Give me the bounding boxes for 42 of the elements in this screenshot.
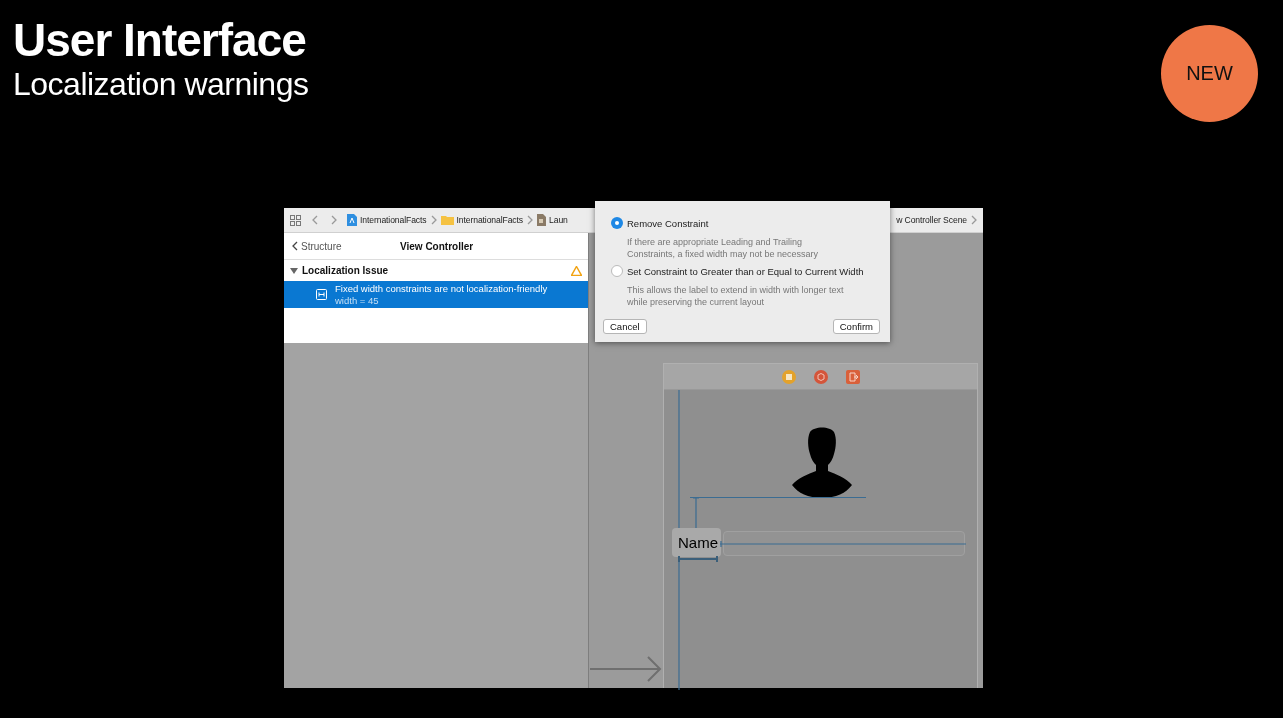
option-description: This allows the label to extend in width with longer text while preserving the current layout xyxy=(627,284,845,308)
issue-row[interactable]: Fixed width constraints are not localization-friendly width = 45 xyxy=(284,281,588,308)
name-label[interactable]: Name xyxy=(672,528,721,557)
disclosure-triangle-icon[interactable] xyxy=(290,266,298,275)
new-badge: NEW xyxy=(1161,25,1258,122)
breadcrumb[interactable]: InternationalFacts xyxy=(456,215,524,225)
option-label[interactable]: Remove Constraint xyxy=(627,217,709,229)
popover-button[interactable]: Cancel xyxy=(603,319,647,334)
folder-icon xyxy=(440,215,454,225)
option-description: If there are appropriate Leading and Trailing Constraints, a fixed width may not be necessary xyxy=(627,236,820,260)
option-label[interactable]: Set Constraint to Greater than or Equal to Current Width xyxy=(627,265,864,277)
slide-subtitle: Localization warnings xyxy=(13,65,309,104)
project-file-icon xyxy=(347,214,357,226)
exit-icon[interactable] xyxy=(845,369,860,384)
structure-back-button[interactable]: Structure xyxy=(292,240,342,252)
grid-icon[interactable] xyxy=(290,214,301,226)
radio-button[interactable] xyxy=(611,265,623,277)
person-silhouette-drawing xyxy=(792,426,852,498)
radio-button[interactable] xyxy=(611,217,623,229)
chevron-icon xyxy=(971,215,977,225)
issue-title: Fixed width constraints are not localization-friendly xyxy=(335,282,548,295)
cube-icon[interactable] xyxy=(813,369,828,384)
slide-title: User Interface xyxy=(13,16,307,64)
width-constraint-icon xyxy=(316,289,327,300)
popover-button[interactable]: Confirm xyxy=(832,319,880,334)
navigator-title: View Controller xyxy=(400,240,474,252)
view-controller-icon[interactable] xyxy=(781,369,796,384)
forward-icon[interactable] xyxy=(331,215,337,225)
back-icon[interactable] xyxy=(312,215,318,225)
file-icon xyxy=(537,214,547,226)
breadcrumb[interactable]: InternationalFacts xyxy=(360,215,427,225)
chevron-icon xyxy=(527,215,534,225)
issue-detail: width = 45 xyxy=(335,294,380,307)
warning-icon xyxy=(571,265,582,276)
text-field[interactable] xyxy=(723,531,965,556)
issue-group-label: Localization Issue xyxy=(302,265,389,276)
back-chevron-icon xyxy=(292,241,298,251)
entry-arrow xyxy=(590,656,662,682)
chevron-icon xyxy=(430,215,437,225)
breadcrumb[interactable]: w Controller Scene xyxy=(896,215,967,225)
width-constraint xyxy=(678,555,718,563)
breadcrumb[interactable]: Laun xyxy=(549,215,568,225)
